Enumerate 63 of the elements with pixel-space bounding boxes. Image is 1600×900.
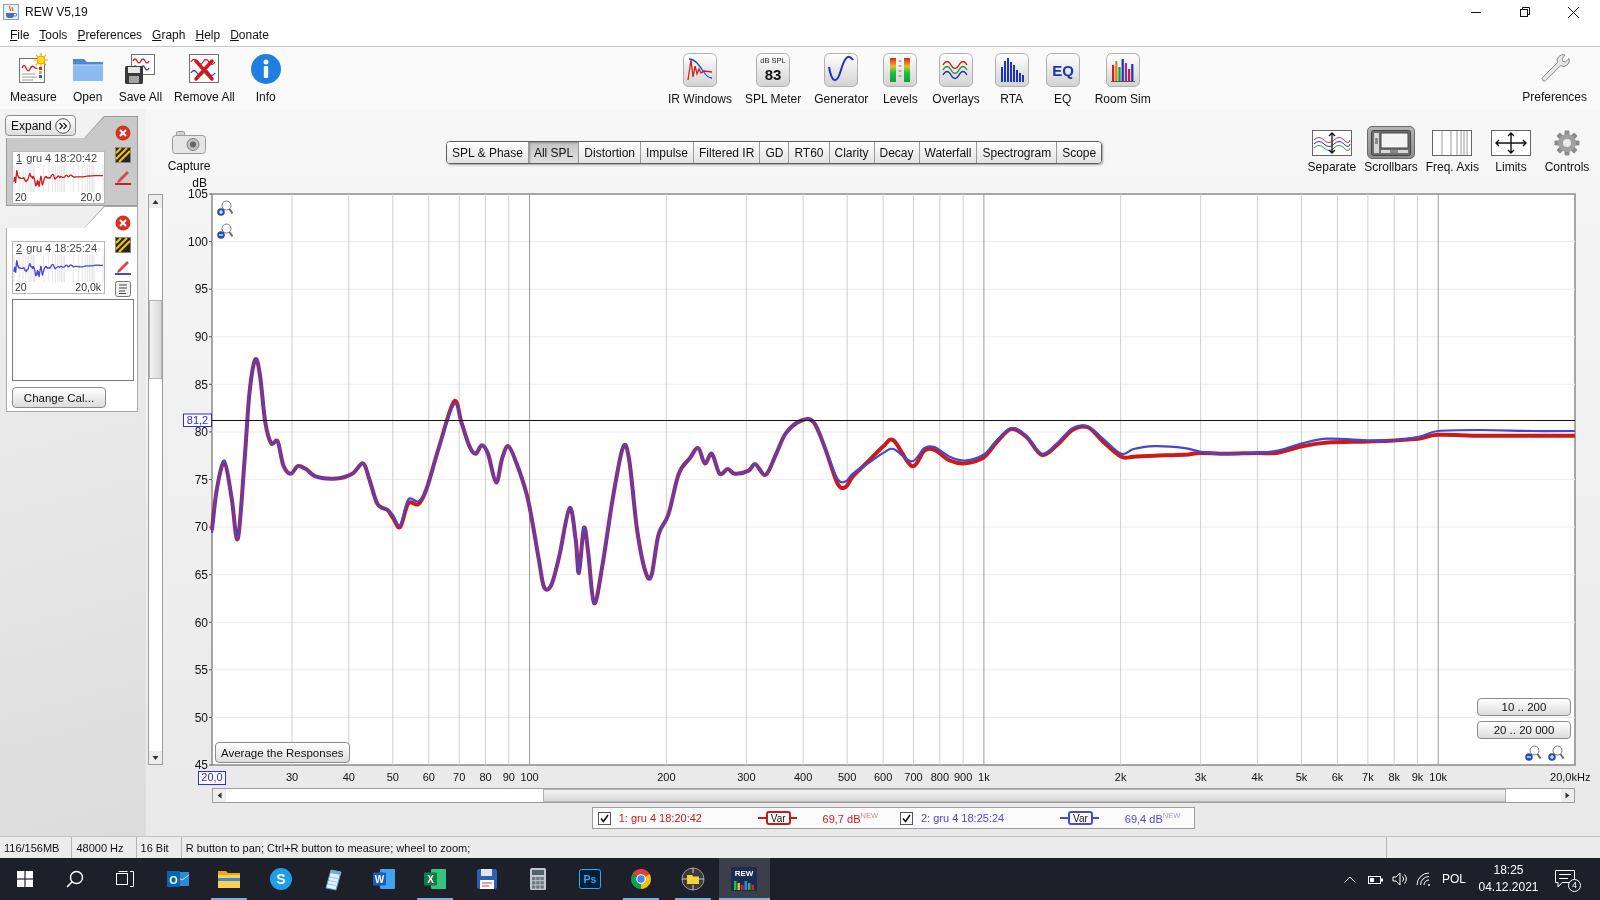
x-axis-label: 800 [930,771,950,783]
x-axis-label: 8k [1388,771,1400,783]
x-axis-label: 70 [453,771,466,783]
x-axis-label: 9k [1411,771,1424,783]
y-axis-label: 75 [194,472,208,487]
audio-analyzer-icon: REW [731,867,758,891]
meter-reading: 83 [764,66,782,83]
cursor-level-readout: 81,2 [183,413,212,427]
x-axis-label: 200 [657,771,676,783]
y-axis-label: 95 [194,282,208,297]
x-axis-label: 600 [873,771,893,783]
window-title: REW V5,19 [25,5,88,19]
level-reading: 69,4 dB$^{NEW}$ [1124,811,1181,825]
y-axis-label: 105 [187,187,208,202]
x-axis-label: 60 [422,771,435,783]
eq-label: EQ [1051,62,1074,79]
x-axis-label: 20,0k [1550,771,1577,783]
y-axis-label: 90 [194,330,208,345]
y-axis-label: 70 [194,520,208,535]
x-axis-label: 3k [1194,771,1207,783]
x-axis-label: 40 [342,771,355,783]
y-axis-label: 65 [194,568,208,582]
x-axis-label: 900 [953,771,973,783]
x-axis-label: 7k [1362,771,1374,783]
measurement-number: 1 [16,152,23,165]
y-axis-label: 60 [194,615,208,630]
level-reading: 69,7 dB$^{NEW}$ [822,811,878,825]
x-axis-label: 5k [1295,771,1308,783]
measurement-number: 2 [16,242,23,255]
x-axis-label: 400 [793,771,813,783]
axis-unit-label: dB [192,176,207,190]
cursor-frequency-readout: 20,0 [198,771,226,785]
x-axis-label: 2k [1114,771,1127,783]
x-axis-label: 700 [904,771,923,783]
image-editor-icon: Ps [577,867,602,891]
notification-badge: 4 [1568,879,1581,892]
axis-label: 20,0 [80,192,101,203]
x-axis-label: 50 [386,771,399,783]
y-axis-label: 80 [194,425,208,440]
axis-label: 20 [15,192,27,203]
x-axis-label: 90 [502,771,515,783]
x-axis-label: 30 [285,771,299,783]
x-axis-label: 10k [1429,771,1448,783]
chat-app-icon: S [268,867,293,891]
axis-label: 20 [15,282,27,293]
y-axis-label: 55 [194,663,208,678]
x-axis-label: 300 [737,771,756,783]
x-axis-label: 500 [837,771,857,783]
measurement-name: gru 4 18:20:42 [26,152,98,165]
x-axis-label: 100 [520,771,539,783]
measurement-name: gru 4 18:25:24 [26,242,98,255]
y-axis-label: 45 [194,758,208,773]
x-axis-label: 80 [479,771,492,783]
x-axis-label: 6k [1331,771,1344,783]
x-axis-label: 4k [1251,771,1264,783]
axis-label: 20,0k [75,282,101,293]
y-axis-label: 100 [187,234,208,249]
measurement-name: 2: gru 4 18:25:24 [921,812,1006,824]
y-axis-label: 85 [194,377,208,392]
x-axis-label: 1k [978,771,990,783]
measurement-name: 1: gru 4 18:20:42 [618,812,703,824]
axis-unit-label: Hz [1577,771,1591,783]
y-axis-label: 50 [194,710,208,725]
